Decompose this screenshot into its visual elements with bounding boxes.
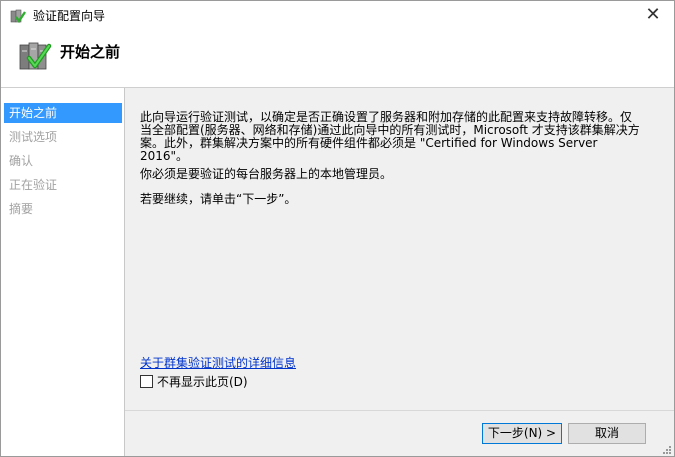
cluster-validation-icon bbox=[10, 9, 26, 24]
sidebar-item-validating[interactable]: 正在验证 bbox=[4, 175, 122, 195]
page-title: 开始之前 bbox=[60, 43, 121, 61]
continue-instruction-text: 若要继续，请单击“下一步”。 bbox=[140, 192, 297, 206]
wizard-steps-sidebar: 开始之前 测试选项 确认 正在验证 摘要 bbox=[1, 88, 125, 456]
next-button[interactable]: 下一步(N) > bbox=[482, 423, 562, 444]
admin-requirement-text: 你必须是要验证的每台服务器上的本地管理员。 bbox=[140, 167, 393, 181]
intro-paragraph: 此向导运行验证测试，以确定是否正确设置了服务器和附加存储的此配置来支持故障转移。… bbox=[140, 110, 640, 163]
close-icon[interactable]: ✕ bbox=[642, 5, 664, 25]
sidebar-item-confirmation[interactable]: 确认 bbox=[4, 151, 122, 171]
sidebar-item-before-you-begin[interactable]: 开始之前 bbox=[4, 103, 122, 123]
sidebar-item-testing-options[interactable]: 测试选项 bbox=[4, 127, 122, 147]
sidebar-item-summary[interactable]: 摘要 bbox=[4, 199, 122, 219]
dont-show-again-label[interactable]: 不再显示此页(D) bbox=[157, 375, 248, 389]
cluster-validation-icon bbox=[19, 42, 52, 70]
wizard-window: 验证配置向导 ✕ 开始之前 开始之前 测试选项 确认 正在验证 摘要 此向导运行… bbox=[0, 0, 675, 457]
button-bar: 下一步(N) > 取消 bbox=[125, 410, 674, 456]
dont-show-again-option[interactable]: 不再显示此页(D) bbox=[140, 373, 248, 389]
validation-details-link[interactable]: 关于群集验证测试的详细信息 bbox=[140, 354, 296, 371]
title-bar[interactable]: 验证配置向导 ✕ bbox=[1, 1, 674, 31]
dont-show-again-checkbox[interactable] bbox=[140, 375, 153, 388]
wizard-header: 开始之前 bbox=[1, 31, 674, 88]
content-panel: 此向导运行验证测试，以确定是否正确设置了服务器和附加存储的此配置来支持故障转移。… bbox=[125, 88, 674, 410]
resize-grip-icon[interactable] bbox=[662, 445, 672, 455]
window-title: 验证配置向导 bbox=[33, 9, 106, 23]
cancel-button[interactable]: 取消 bbox=[568, 423, 646, 444]
